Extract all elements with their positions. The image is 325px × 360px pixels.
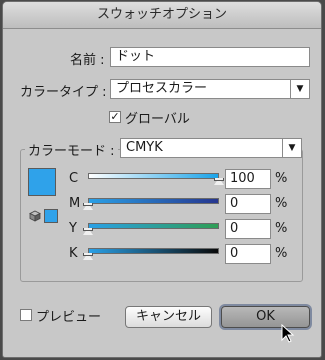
value-field-m[interactable]: 0 bbox=[225, 194, 271, 214]
nearest-color-swatch[interactable] bbox=[44, 209, 58, 223]
chevron-down-icon: ▼ bbox=[290, 80, 309, 98]
slider-track-y[interactable] bbox=[88, 223, 219, 229]
percent-unit-label: % bbox=[275, 171, 288, 186]
value-field-c[interactable]: 100 bbox=[225, 169, 271, 189]
cancel-button[interactable]: キャンセル bbox=[125, 306, 212, 328]
color-type-dropdown[interactable]: プロセスカラー ▼ bbox=[110, 79, 310, 99]
slider-thumb-m[interactable] bbox=[83, 203, 93, 210]
slider-label-m: M bbox=[69, 196, 81, 211]
color-type-label: カラータイプ : bbox=[20, 85, 107, 100]
percent-unit-label: % bbox=[275, 246, 288, 261]
color-mode-label: カラーモード : bbox=[25, 140, 118, 159]
preview-label: プレビュー bbox=[36, 310, 102, 325]
color-mode-dropdown[interactable]: CMYK ▼ bbox=[120, 138, 302, 158]
slider-thumb-c[interactable] bbox=[214, 178, 224, 185]
slider-thumb-k[interactable] bbox=[83, 253, 93, 260]
slider-track-k[interactable] bbox=[88, 248, 219, 254]
color-mode-value: CMYK bbox=[126, 140, 163, 155]
global-label: グローバル bbox=[125, 112, 190, 127]
slider-track-m[interactable] bbox=[88, 198, 219, 204]
slider-label-c: C bbox=[69, 171, 79, 186]
ok-button[interactable]: OK bbox=[221, 306, 310, 328]
name-label: 名前 : bbox=[70, 53, 105, 68]
percent-unit-label: % bbox=[275, 196, 288, 211]
slider-label-y: Y bbox=[69, 221, 77, 236]
color-preview-swatch bbox=[28, 168, 56, 196]
chevron-down-icon: ▼ bbox=[282, 139, 301, 157]
name-field[interactable]: ドット bbox=[110, 47, 310, 67]
out-of-gamut-cube-icon[interactable] bbox=[29, 210, 41, 222]
value-field-y[interactable]: 0 bbox=[225, 219, 271, 239]
slider-thumb-y[interactable] bbox=[83, 228, 93, 235]
value-field-k[interactable]: 0 bbox=[225, 244, 271, 264]
slider-track-c[interactable] bbox=[88, 173, 219, 179]
swatch-options-dialog: スウォッチオプション 名前 : ドット カラータイプ : プロセスカラー ▼ ✓… bbox=[2, 1, 322, 358]
percent-unit-label: % bbox=[275, 221, 288, 236]
slider-label-k: K bbox=[69, 246, 78, 261]
color-type-value: プロセスカラー bbox=[116, 81, 208, 96]
preview-checkbox[interactable] bbox=[20, 309, 32, 321]
mouse-cursor-icon bbox=[281, 324, 295, 343]
dialog-title: スウォッチオプション bbox=[3, 2, 321, 29]
global-checkbox[interactable]: ✓ bbox=[109, 111, 121, 123]
